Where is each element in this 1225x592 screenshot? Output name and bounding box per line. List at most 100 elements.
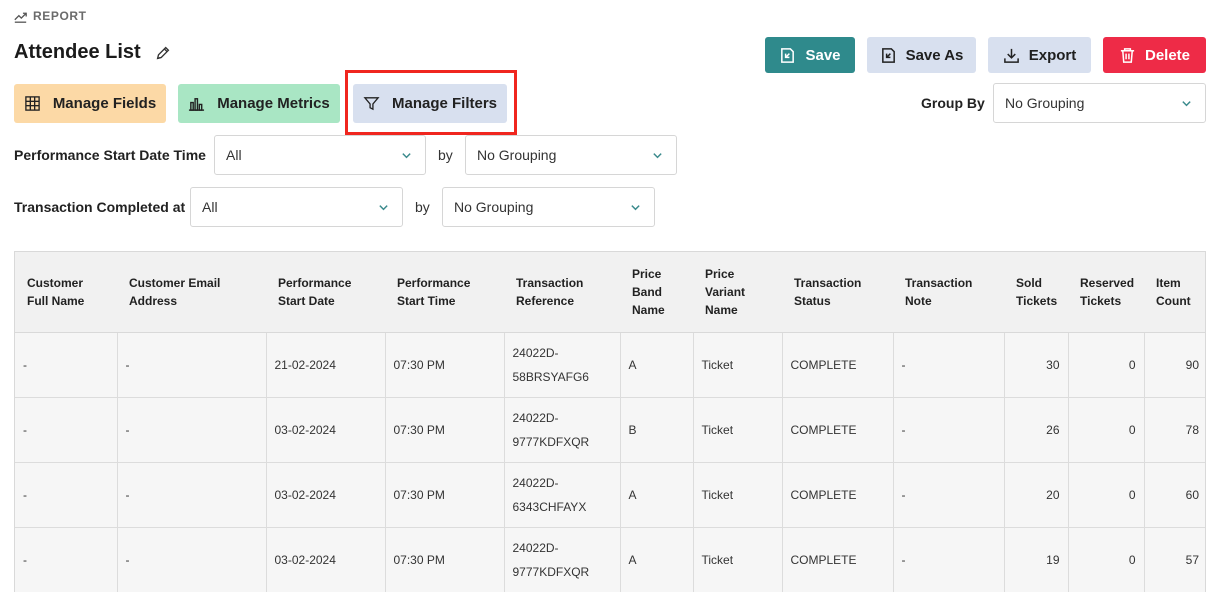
- table-cell: Ticket: [693, 462, 783, 528]
- manage-filters-label: Manage Filters: [391, 95, 498, 112]
- table-cell: 07:30 PM: [385, 332, 505, 398]
- performance-start-value-select[interactable]: All: [214, 135, 426, 175]
- table-cell: A: [620, 462, 694, 528]
- table-cell: A: [620, 527, 694, 592]
- title-row: Attendee List: [14, 41, 173, 64]
- save-as-button[interactable]: Save As: [867, 37, 976, 73]
- group-by-value: No Grouping: [1005, 95, 1085, 111]
- table-cell: 24022D-9777KDFXQR: [504, 397, 621, 463]
- table-cell: B: [620, 397, 694, 463]
- chevron-down-icon: [402, 153, 411, 159]
- table-cell: 26: [1004, 397, 1069, 463]
- table-cell: 30: [1004, 332, 1069, 398]
- chevron-down-icon: [653, 153, 662, 159]
- table-cell: -: [15, 462, 118, 528]
- column-header[interactable]: Item Count: [1144, 252, 1205, 333]
- download-icon: [1003, 48, 1019, 63]
- report-table: Customer Full Name Customer Email Addres…: [14, 251, 1206, 592]
- trend-chart-icon: [14, 12, 27, 23]
- column-header[interactable]: Transaction Status: [782, 252, 893, 333]
- table-cell: 90: [1144, 332, 1205, 398]
- table-cell: COMPLETE: [782, 397, 894, 463]
- save-icon: [781, 47, 795, 63]
- table-cell: A: [620, 332, 694, 398]
- chevron-down-icon: [631, 205, 640, 211]
- manage-filters-button[interactable]: Manage Filters: [353, 84, 507, 123]
- table-cell: 78: [1144, 397, 1205, 463]
- column-header[interactable]: Performance Start Time: [385, 252, 504, 333]
- transaction-completed-value-select[interactable]: All: [190, 187, 403, 227]
- by-label: by: [415, 199, 430, 215]
- table-cell: 24022D-6343CHFAYX: [504, 462, 621, 528]
- column-header[interactable]: Customer Email Address: [117, 252, 266, 333]
- table-cell: 03-02-2024: [266, 397, 386, 463]
- table-cell: Ticket: [693, 527, 783, 592]
- export-button[interactable]: Export: [988, 37, 1091, 73]
- table-cell: 07:30 PM: [385, 397, 505, 463]
- delete-button[interactable]: Delete: [1103, 37, 1206, 73]
- table-cell: -: [117, 527, 267, 592]
- table-cell: -: [893, 527, 1005, 592]
- table-cell: Ticket: [693, 332, 783, 398]
- table-cell: -: [117, 397, 267, 463]
- table-cell: COMPLETE: [782, 527, 894, 592]
- table-cell: COMPLETE: [782, 332, 894, 398]
- chevron-down-icon: [379, 205, 388, 211]
- column-header[interactable]: Sold Tickets: [1004, 252, 1068, 333]
- save-button[interactable]: Save: [765, 37, 855, 73]
- table-row[interactable]: - -03-02-2024 07:30 PM 24022D-9777KDFXQR B Ti…: [15, 397, 1205, 463]
- column-header[interactable]: Performance Start Date: [266, 252, 385, 333]
- table-cell: -: [893, 462, 1005, 528]
- table-row[interactable]: - -21-02-2024 07:30 PM 24022D-58BRSYAFG6 A Ti…: [15, 332, 1205, 398]
- column-header[interactable]: Price Band Name: [620, 252, 693, 333]
- delete-button-label: Delete: [1144, 46, 1191, 64]
- table-cell: 07:30 PM: [385, 462, 505, 528]
- table-row[interactable]: - -03-02-2024 07:30 PM 24022D-9777KDFXQR A Ti…: [15, 527, 1205, 592]
- table-cell: -: [15, 332, 118, 398]
- performance-start-value: All: [226, 147, 242, 163]
- save-as-icon: [881, 47, 895, 63]
- table-cell: 19: [1004, 527, 1069, 592]
- save-button-label: Save: [805, 46, 841, 64]
- table-cell: 0: [1068, 332, 1145, 398]
- table-cell: COMPLETE: [782, 462, 894, 528]
- table-cell: -: [15, 527, 118, 592]
- table-cell: 57: [1144, 527, 1205, 592]
- table-cell: -: [117, 332, 267, 398]
- group-by-select[interactable]: No Grouping: [993, 83, 1206, 123]
- table-cell: -: [893, 332, 1005, 398]
- table-cell: 0: [1068, 462, 1145, 528]
- table-cell: -: [15, 397, 118, 463]
- manage-fields-label: Manage Fields: [52, 95, 157, 112]
- bar-chart-icon: [189, 98, 205, 111]
- table-cell: 0: [1068, 527, 1145, 592]
- table-cell: -: [893, 397, 1005, 463]
- transaction-completed-value: All: [202, 199, 218, 215]
- transaction-completed-grouping: No Grouping: [454, 199, 534, 215]
- trash-icon: [1120, 47, 1135, 63]
- manage-metrics-button[interactable]: Manage Metrics: [178, 84, 340, 123]
- table-cell: 21-02-2024: [266, 332, 386, 398]
- table-row[interactable]: - -03-02-2024 07:30 PM 24022D-6343CHFAYX A Ti…: [15, 462, 1205, 528]
- grid-icon: [25, 96, 40, 111]
- report-label: REPORT: [14, 9, 87, 23]
- column-header[interactable]: Transaction Reference: [504, 252, 620, 333]
- filter-label-transaction-completed: Transaction Completed at: [14, 199, 186, 215]
- performance-start-grouping-select[interactable]: No Grouping: [465, 135, 677, 175]
- column-header[interactable]: Price Variant Name: [693, 252, 782, 333]
- table-header-row: Customer Full Name Customer Email Addres…: [15, 252, 1205, 333]
- funnel-icon: [363, 97, 380, 111]
- chevron-down-icon: [1182, 101, 1191, 107]
- group-by-label: Group By: [921, 95, 985, 111]
- pencil-icon[interactable]: [153, 43, 173, 63]
- manage-fields-button[interactable]: Manage Fields: [14, 84, 166, 123]
- column-header[interactable]: Transaction Note: [893, 252, 1004, 333]
- transaction-completed-grouping-select[interactable]: No Grouping: [442, 187, 655, 227]
- column-header[interactable]: Reserved Tickets: [1068, 252, 1144, 333]
- table-cell: 24022D-58BRSYAFG6: [504, 332, 621, 398]
- table-cell: 60: [1144, 462, 1205, 528]
- table-cell: -: [117, 462, 267, 528]
- by-label: by: [438, 147, 453, 163]
- manage-metrics-label: Manage Metrics: [217, 95, 330, 112]
- column-header[interactable]: Customer Full Name: [15, 252, 117, 333]
